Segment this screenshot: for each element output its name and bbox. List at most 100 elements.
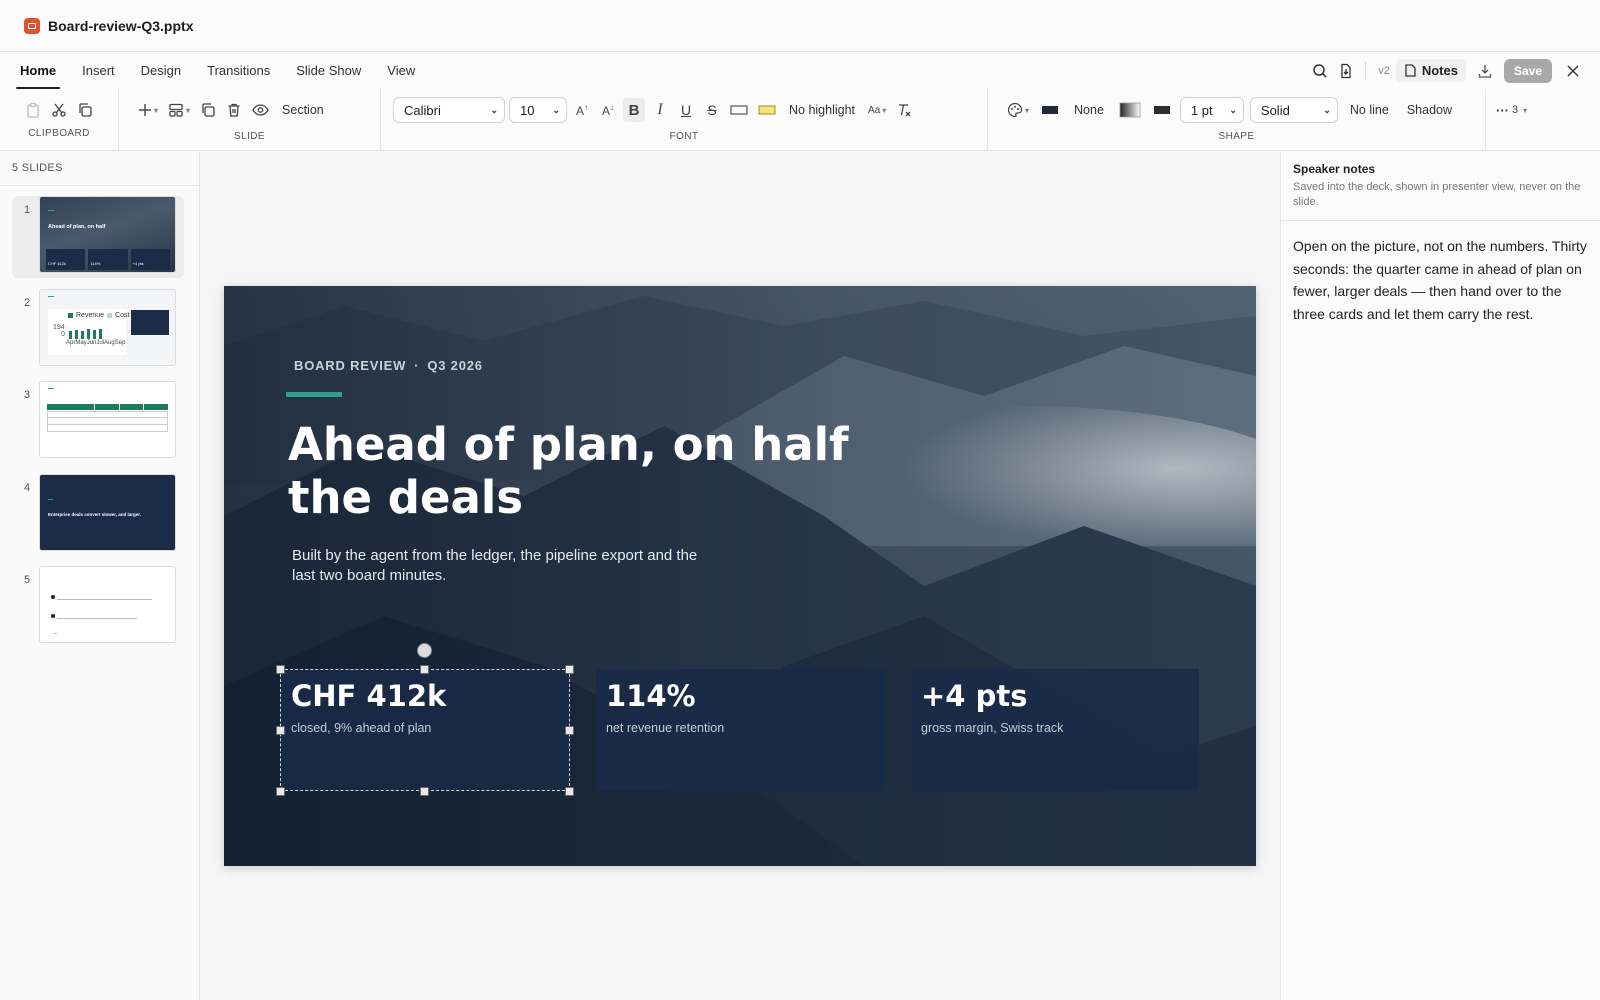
notes-text-area[interactable]: Open on the picture, not on the numbers.… [1281,221,1600,339]
month-label: Jun [86,340,97,346]
notes-button[interactable]: Notes [1395,59,1466,82]
month-label: Sep [114,340,126,346]
slide-thumbnail-2[interactable]: 2 Revenue Cost 194 0 Apr May Jun Jul Aug Sep [12,289,184,371]
underline-icon[interactable]: U [675,98,697,122]
eyebrow-board-review: BOARD REVIEW [294,358,407,373]
palette-icon[interactable]: ▾ [1004,98,1032,122]
chevron-down-icon: ⌄ [490,104,498,115]
clipboard-label: CLIPBOARD [28,128,90,139]
clipboard-group: CLIPBOARD [0,89,119,151]
scissors-icon[interactable] [48,98,70,122]
section-button[interactable]: Section [276,98,330,122]
tab-home[interactable]: Home [15,57,61,89]
no-line-option[interactable]: No line [1344,98,1395,122]
notes-title: Speaker notes [1293,162,1376,176]
shape-group: ▾ None 1 pt ⌄ Solid ⌄ No line Shadow SHAPE [988,89,1486,151]
clear-formatting-icon[interactable] [893,98,915,122]
chevron-down-icon: ⌄ [552,104,560,115]
highlight-select[interactable]: No highlight [783,98,861,122]
slide-thumbnail-5[interactable]: 5 [12,566,184,648]
resize-handle[interactable] [276,787,285,796]
slide-number: 5 [24,574,31,586]
increase-font-icon[interactable]: A↑ [571,98,593,122]
slide-number: 2 [24,297,31,309]
bold-icon[interactable]: B [623,98,645,122]
stat-card-margin[interactable]: +4 pts gross margin, Swiss track [911,669,1199,791]
slide-subtitle[interactable]: Built by the agent from the ledger, the … [292,546,722,586]
close-icon[interactable] [1560,58,1586,84]
slide-thumbnail-1[interactable]: 1 Ahead of plan, on half CHF 412k 114% +… [12,196,184,278]
change-case-icon[interactable]: Aa ▾ [865,98,889,122]
italic-icon[interactable]: I [649,98,671,122]
tab-view[interactable]: View [387,57,415,84]
export-file-icon[interactable] [1333,58,1359,84]
tab-transitions[interactable]: Transitions [207,57,270,84]
new-slide-plus-icon[interactable]: ▾ [135,98,161,122]
stat-card-nrr[interactable]: 114% net revenue retention [596,669,884,791]
shadow-option[interactable]: Shadow [1401,98,1458,122]
eyebrow-separator: · [414,358,420,373]
fill-color-swatch[interactable] [1038,98,1062,122]
stat-value: +4 pts [921,679,1028,713]
tab-insert[interactable]: Insert [82,57,115,84]
search-icon[interactable] [1307,58,1333,84]
line-style-select[interactable]: Solid ⌄ [1249,97,1338,123]
copy-icon[interactable] [74,98,96,122]
document-title: Board-review-Q3.pptx [48,17,194,34]
slide-thumbnail-4[interactable]: 4 Enterprise deals convert slower, and l… [12,474,184,556]
font-family-select[interactable]: Calibri ⌄ [393,97,505,123]
resize-handle[interactable] [565,665,574,674]
slide-thumbnails-panel: 5 SLIDES 1 Ahead of plan, on half CHF 41… [0,152,200,1000]
eye-icon[interactable] [249,98,272,122]
slide-count: 5 SLIDES [0,152,199,186]
rotate-handle[interactable] [417,643,432,658]
stat-label: net revenue retention [606,721,725,735]
legend-cost: Cost [115,312,130,319]
slide-group-label: SLIDE [234,131,265,142]
header-actions: v2 Notes Save [1307,52,1586,89]
slide-4-preview: Enterprise deals convert slower, and lar… [39,474,176,551]
gradient-swatch[interactable] [1116,98,1144,122]
slide-number: 3 [24,389,31,401]
slide-1[interactable]: BOARD REVIEW · Q3 2026 Ahead of plan, on… [224,286,1256,866]
thumb-title: Enterprise deals convert slower, and lar… [48,512,142,517]
download-icon[interactable] [1472,58,1498,84]
selection-box [280,669,570,791]
legend-revenue: Revenue [76,312,105,319]
slide-group: ▾ ▾ Section SLIDE [119,89,381,151]
paste-icon[interactable] [22,98,44,122]
eyebrow-quarter: Q3 2026 [427,358,483,373]
resize-handle[interactable] [276,726,285,735]
decrease-font-icon[interactable]: A↓ [597,98,619,122]
highlight-swatch-icon[interactable] [755,98,779,122]
slide-headline[interactable]: Ahead of plan, on half the deals [288,418,868,524]
fill-none-option[interactable]: None [1068,98,1110,122]
font-family-value: Calibri [404,102,441,118]
line-color-swatch[interactable] [1150,98,1174,122]
duplicate-slide-icon[interactable] [197,98,219,122]
strikethrough-icon[interactable]: S [701,98,723,122]
more-tools-button[interactable]: ··· 3 ▾ [1496,97,1527,123]
resize-handle[interactable] [565,726,574,735]
chevron-down-icon: ⌄ [1229,104,1237,115]
tab-design[interactable]: Design [141,57,181,84]
resize-handle[interactable] [420,665,429,674]
thumb-stat: 114% [88,249,128,270]
resize-handle[interactable] [276,665,285,674]
chevron-down-icon: ⌄ [1323,104,1331,115]
thumb-stat: +4 pts [130,249,170,270]
text-box-icon[interactable] [727,98,751,122]
resize-handle[interactable] [565,787,574,796]
month-label: Aug [104,340,115,346]
slide-3-preview [39,381,176,458]
version-label[interactable]: v2 [1378,65,1390,77]
tab-slide-show[interactable]: Slide Show [296,57,361,84]
save-button[interactable]: Save [1503,58,1552,83]
trash-icon[interactable] [223,98,245,122]
line-weight-select[interactable]: 1 pt ⌄ [1179,97,1244,123]
resize-handle[interactable] [420,787,429,796]
layout-icon[interactable]: ▾ [165,98,193,122]
slide-thumbnail-3[interactable]: 3 [12,381,184,463]
font-size-select[interactable]: 10 ⌄ [509,97,567,123]
font-group-label: FONT [669,131,699,142]
